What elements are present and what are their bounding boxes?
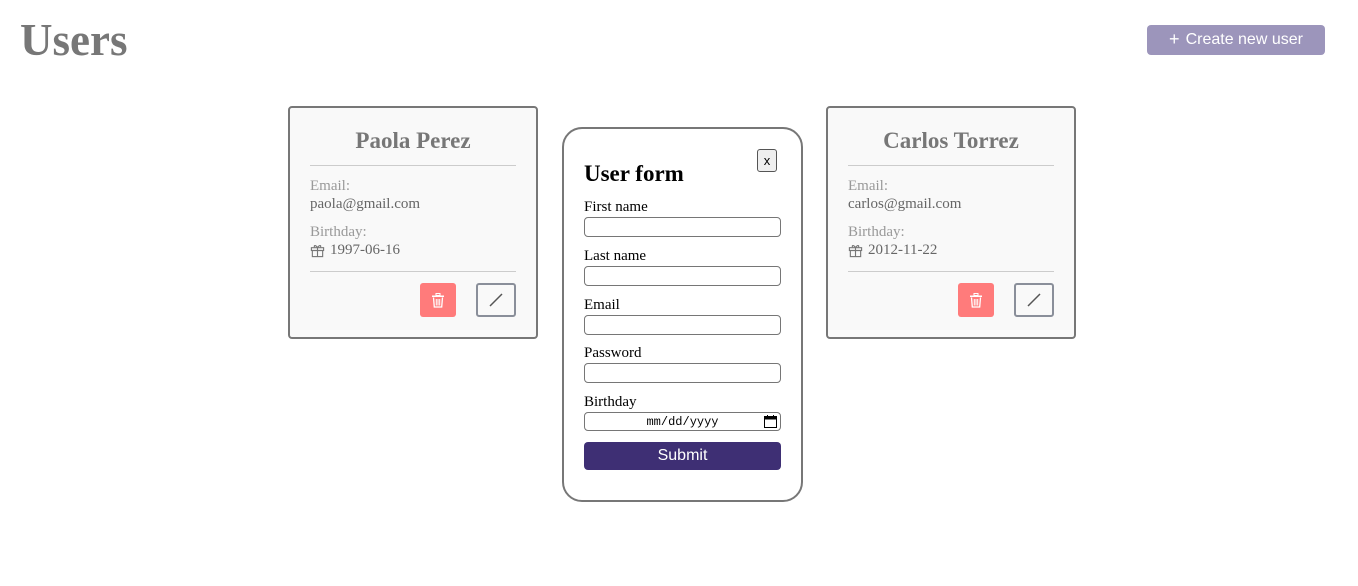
email-label: Email: xyxy=(310,178,350,194)
first-name-input[interactable] xyxy=(584,217,781,237)
create-new-user-label: Create new user xyxy=(1185,31,1303,48)
email-label: Email: xyxy=(848,178,888,194)
divider xyxy=(848,165,1054,166)
email-value: paola@gmail.com xyxy=(310,196,421,212)
divider xyxy=(310,271,516,272)
email-input[interactable] xyxy=(584,315,781,335)
password-label: Password xyxy=(584,345,642,361)
birthday-value: 2012-11-22 xyxy=(868,242,938,258)
first-name-label: First name xyxy=(584,199,648,215)
pencil-icon xyxy=(1027,293,1041,307)
birthday-label: Birthday: xyxy=(310,224,367,240)
email-value: carlos@gmail.com xyxy=(848,196,962,212)
form-title: User form xyxy=(584,161,684,186)
birthday-value: 1997-06-16 xyxy=(330,242,400,258)
divider xyxy=(848,271,1054,272)
user-card: Carlos Torrez Email: carlos@gmail.com Bi… xyxy=(826,106,1076,339)
create-new-user-button[interactable]: + Create new user xyxy=(1147,25,1325,55)
gift-icon xyxy=(310,244,325,258)
birthday-row: 1997-06-16 xyxy=(310,242,400,259)
last-name-label: Last name xyxy=(584,248,647,264)
divider xyxy=(310,165,516,166)
user-form-modal: x User form First name Last name Email P… xyxy=(562,127,803,502)
page-title: Users xyxy=(20,15,128,65)
user-card: Paola Perez Email: paola@gmail.com Birth… xyxy=(288,106,538,339)
birthday-input[interactable]: mm/dd/yyyy xyxy=(584,412,781,431)
email-label: Email xyxy=(584,297,620,313)
last-name-input[interactable] xyxy=(584,266,781,286)
user-name: Carlos Torrez xyxy=(883,128,1019,153)
delete-user-button[interactable] xyxy=(420,283,456,317)
close-button[interactable]: x xyxy=(757,149,777,172)
birthday-label: Birthday: xyxy=(848,224,905,240)
plus-icon: + xyxy=(1169,29,1180,49)
calendar-icon[interactable] xyxy=(764,415,777,428)
user-name: Paola Perez xyxy=(355,128,471,153)
trash-icon xyxy=(432,292,444,308)
edit-user-button[interactable] xyxy=(1014,283,1054,317)
pencil-icon xyxy=(489,293,503,307)
gift-icon xyxy=(848,244,863,258)
birthday-placeholder: mm/dd/yyyy xyxy=(646,414,719,429)
trash-icon xyxy=(970,292,982,308)
birthday-label: Birthday xyxy=(584,394,637,410)
edit-user-button[interactable] xyxy=(476,283,516,317)
delete-user-button[interactable] xyxy=(958,283,994,317)
password-input[interactable] xyxy=(584,363,781,383)
birthday-row: 2012-11-22 xyxy=(848,242,937,259)
submit-button[interactable]: Submit xyxy=(584,442,781,470)
